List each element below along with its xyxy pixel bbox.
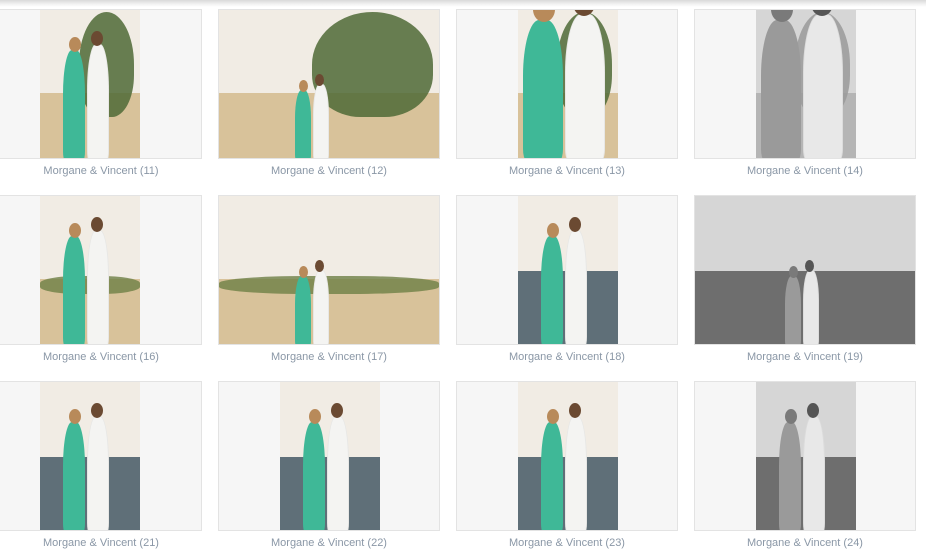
woman-figure xyxy=(63,50,85,158)
gallery-item: Morgane & Vincent (12) xyxy=(218,9,440,177)
photo-caption[interactable]: Morgane & Vincent (23) xyxy=(456,537,678,549)
gallery-item: Morgane & Vincent (22) xyxy=(218,381,440,549)
man-figure xyxy=(87,230,109,344)
man-figure xyxy=(327,416,349,530)
gallery-item: Morgane & Vincent (23) xyxy=(456,381,678,549)
woman-head xyxy=(68,223,81,238)
photo-thumbnail[interactable] xyxy=(756,10,856,158)
man-figure xyxy=(803,14,843,158)
woman-figure xyxy=(63,236,85,344)
woman-figure xyxy=(303,422,325,530)
thumbnail-frame[interactable] xyxy=(218,381,440,531)
gallery-item: Morgane & Vincent (13) xyxy=(456,9,678,177)
thumbnail-frame[interactable] xyxy=(218,9,440,159)
photo-caption[interactable]: Morgane & Vincent (18) xyxy=(456,351,678,363)
photo-thumbnail[interactable] xyxy=(40,382,140,530)
thumbnail-frame[interactable] xyxy=(456,9,678,159)
gallery-item: Morgane & Vincent (14) xyxy=(694,9,916,177)
gallery-item: Morgane & Vincent (17) xyxy=(218,195,440,363)
woman-figure xyxy=(523,20,563,158)
photo-caption[interactable]: Morgane & Vincent (22) xyxy=(218,537,440,549)
man-figure xyxy=(87,416,109,530)
woman-figure xyxy=(541,236,563,344)
man-head xyxy=(90,403,103,418)
woman-head xyxy=(546,223,559,238)
woman-figure xyxy=(761,20,801,158)
woman-head xyxy=(68,37,81,52)
man-head xyxy=(90,217,103,232)
photo-thumbnail[interactable] xyxy=(40,196,140,344)
gallery-item: Morgane & Vincent (24) xyxy=(694,381,916,549)
woman-figure xyxy=(295,276,312,344)
thumbnail-frame[interactable] xyxy=(456,195,678,345)
photo-thumbnail[interactable] xyxy=(518,10,618,158)
photo-caption[interactable]: Morgane & Vincent (24) xyxy=(694,537,916,549)
photo-caption[interactable]: Morgane & Vincent (16) xyxy=(0,351,202,363)
top-shadow-bar xyxy=(0,0,926,7)
thumbnail-frame[interactable] xyxy=(0,381,202,531)
photo-caption[interactable]: Morgane & Vincent (19) xyxy=(694,351,916,363)
woman-head xyxy=(546,409,559,424)
photo-caption[interactable]: Morgane & Vincent (11) xyxy=(0,165,202,177)
man-figure xyxy=(87,44,109,158)
woman-figure xyxy=(295,90,312,158)
gallery-item: Morgane & Vincent (18) xyxy=(456,195,678,363)
photo-caption[interactable]: Morgane & Vincent (21) xyxy=(0,537,202,549)
photo-thumbnail[interactable] xyxy=(518,196,618,344)
man-head xyxy=(804,260,814,272)
man-head xyxy=(90,31,103,46)
woman-head xyxy=(68,409,81,424)
woman-figure xyxy=(784,276,801,344)
photo-thumbnail[interactable] xyxy=(40,10,140,158)
photo-thumbnail[interactable] xyxy=(518,382,618,530)
photo-sky xyxy=(219,196,439,279)
photo-thumbnail[interactable] xyxy=(219,196,439,344)
man-figure xyxy=(313,270,330,344)
gallery-item: Morgane & Vincent (21) xyxy=(0,381,202,549)
woman-head xyxy=(784,409,797,424)
man-figure xyxy=(565,14,605,158)
man-head xyxy=(568,217,581,232)
man-figure xyxy=(803,416,825,530)
photo-caption[interactable]: Morgane & Vincent (17) xyxy=(218,351,440,363)
woman-head xyxy=(308,409,321,424)
thumbnail-frame[interactable] xyxy=(694,381,916,531)
man-figure xyxy=(802,270,819,344)
woman-head xyxy=(788,266,798,278)
woman-figure xyxy=(541,422,563,530)
photo-thumbnail[interactable] xyxy=(756,382,856,530)
photo-caption[interactable]: Morgane & Vincent (12) xyxy=(218,165,440,177)
man-figure xyxy=(565,230,587,344)
photo-thumbnail[interactable] xyxy=(695,196,915,344)
woman-figure xyxy=(779,422,801,530)
man-head xyxy=(568,403,581,418)
man-head xyxy=(330,403,343,418)
photo-caption[interactable]: Morgane & Vincent (14) xyxy=(694,165,916,177)
man-figure xyxy=(565,416,587,530)
thumbnail-frame[interactable] xyxy=(218,195,440,345)
man-figure xyxy=(313,84,330,158)
thumbnail-frame[interactable] xyxy=(694,9,916,159)
photo-thumbnail[interactable] xyxy=(280,382,380,530)
woman-figure xyxy=(63,422,85,530)
shrub-icon xyxy=(219,275,439,294)
thumbnail-frame[interactable] xyxy=(694,195,916,345)
photo-thumbnail[interactable] xyxy=(219,10,439,158)
thumbnail-frame[interactable] xyxy=(0,9,202,159)
thumbnail-frame[interactable] xyxy=(456,381,678,531)
gallery-item: Morgane & Vincent (19) xyxy=(694,195,916,363)
man-head xyxy=(806,403,819,418)
photo-caption[interactable]: Morgane & Vincent (13) xyxy=(456,165,678,177)
thumbnail-frame[interactable] xyxy=(0,195,202,345)
gallery-item: Morgane & Vincent (11) xyxy=(0,9,202,177)
palm-tree-icon xyxy=(312,12,433,117)
photo-gallery-grid: Morgane & Vincent (11) Morgane & Vincent … xyxy=(0,9,926,554)
gallery-item: Morgane & Vincent (16) xyxy=(0,195,202,363)
